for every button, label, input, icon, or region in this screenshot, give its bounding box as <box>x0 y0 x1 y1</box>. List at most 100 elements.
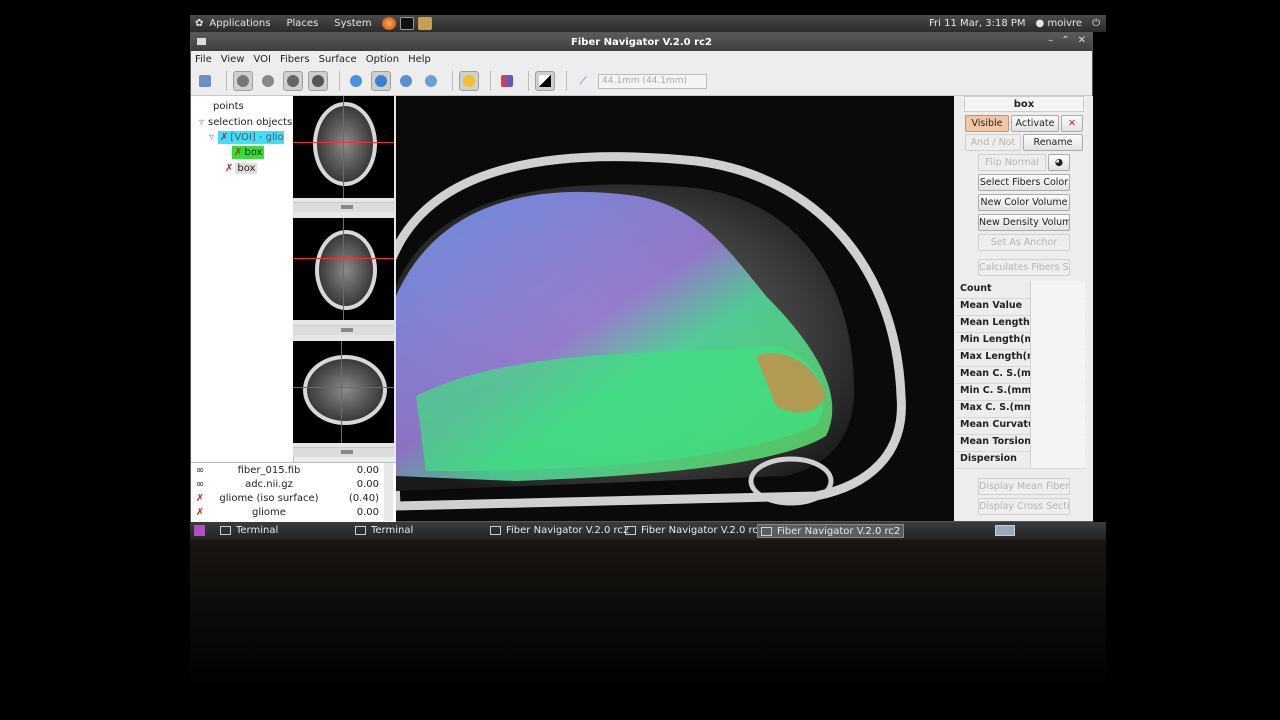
expand-arrow-icon[interactable]: ▿ <box>209 132 214 143</box>
menu-view[interactable]: View <box>221 54 245 65</box>
display-mean-fiber-button[interactable]: Display Mean Fiber <box>978 478 1070 495</box>
stats-row: Mean Torsion <box>956 434 1086 452</box>
slider-thumb[interactable] <box>341 205 353 209</box>
glasses-icon[interactable]: ∞ <box>195 464 205 478</box>
dataset-row[interactable]: ∞ fiber_015.fib 0.00 <box>191 464 381 478</box>
menu-system[interactable]: System <box>334 18 371 29</box>
toggle-axial-button[interactable] <box>233 71 253 91</box>
axial-slice-slider[interactable] <box>293 202 394 212</box>
menu-option[interactable]: Option <box>366 54 399 65</box>
tree-item-voi[interactable]: ▿ ✗[VOI] - gliom <box>209 131 285 144</box>
new-ellipsoid-button[interactable] <box>371 71 391 91</box>
close-icon[interactable]: ✕ <box>1078 35 1086 46</box>
task-fiber-navigator-1[interactable]: Fiber Navigator V.2.0 rc2 <box>490 524 629 538</box>
workspace-switcher[interactable] <box>995 525 1015 536</box>
toggle-coronal-button[interactable] <box>258 71 278 91</box>
toggle-lighting-button[interactable] <box>459 71 479 91</box>
show-boxes-button[interactable] <box>396 71 416 91</box>
activate-toggle-button[interactable]: Activate <box>1011 115 1059 132</box>
tree-item-points[interactable]: points <box>213 100 244 113</box>
clock[interactable]: Fri 11 Mar, 3:18 PM <box>929 18 1026 29</box>
task-terminal-2[interactable]: Terminal <box>355 524 413 538</box>
slider-thumb[interactable] <box>341 450 353 454</box>
menu-places-label: Places <box>286 18 319 29</box>
glasses-icon[interactable]: ∞ <box>195 478 205 492</box>
open-file-button[interactable] <box>195 71 215 91</box>
stat-label: Mean Curvatu <box>960 419 1030 430</box>
window-titlebar[interactable]: Fiber Navigator V.2.0 rc2 – ⌃ ✕ <box>191 33 1092 51</box>
show-desktop-icon[interactable] <box>194 525 205 536</box>
task-terminal-1[interactable]: Terminal <box>220 524 278 538</box>
menu-fibers[interactable]: Fibers <box>280 54 310 65</box>
coronal-slice-view[interactable] <box>293 218 394 320</box>
browser-launcher-icon[interactable] <box>381 17 396 30</box>
sagittal-slice-view[interactable] <box>293 341 394 443</box>
stat-value <box>1030 315 1085 332</box>
dataset-row[interactable]: ✗ gliome 0.00 <box>191 506 381 520</box>
power-icon[interactable]: ⏻ <box>1092 18 1100 29</box>
task-fiber-navigator-3[interactable]: Fiber Navigator V.2.0 rc2 <box>757 524 905 538</box>
hide-boxes-button[interactable] <box>421 71 441 91</box>
menu-applications[interactable]: Applications <box>209 18 270 29</box>
calculate-fibers-stats-button[interactable]: Calculates Fibers St <box>978 259 1070 276</box>
display-cross-section-button[interactable]: Display Cross Secti <box>978 498 1070 515</box>
dataset-threshold: 0.00 <box>356 507 379 518</box>
file-manager-launcher-icon[interactable] <box>417 17 432 30</box>
contrast-icon <box>539 75 551 87</box>
fiber-coloring-button[interactable] <box>497 71 517 91</box>
task-fiber-navigator-2[interactable]: Fiber Navigator V.2.0 rc2 <box>625 524 764 538</box>
terminal-icon <box>355 525 366 535</box>
tree-item-box-child[interactable]: ✗ box <box>232 146 265 159</box>
tree-item-box[interactable]: ✗ box <box>225 162 258 175</box>
toolbar-separator <box>528 71 529 91</box>
select-fibers-color-button[interactable]: Select Fibers Color <box>978 174 1070 191</box>
menubar: File View VOI Fibers Surface Option Help <box>191 51 1092 67</box>
set-as-anchor-button[interactable]: Set As Anchor <box>978 234 1070 251</box>
dataset-row[interactable]: ∞ adc.nii.gz 0.00 <box>191 478 381 492</box>
menu-help[interactable]: Help <box>408 54 431 65</box>
tree-item-selection-objects[interactable]: ▿ selection objects <box>199 116 292 129</box>
toggle-background-button[interactable] <box>535 71 555 91</box>
dataset-row[interactable]: ✗ gliome (iso surface) (0.40) <box>191 492 381 506</box>
window-menu-icon[interactable] <box>197 38 206 45</box>
new-box-button[interactable] <box>346 71 366 91</box>
x-icon[interactable]: ✗ <box>195 492 205 506</box>
and-not-button[interactable]: And / Not <box>965 134 1021 151</box>
menu-file[interactable]: File <box>195 54 212 65</box>
menu-surface[interactable]: Surface <box>319 54 357 65</box>
stats-row: Mean Value <box>956 298 1086 316</box>
user-menu[interactable]: ● moivre <box>1036 18 1083 29</box>
task-label: Fiber Navigator V.2.0 rc2 <box>777 526 901 537</box>
visible-toggle-button[interactable]: Visible <box>965 115 1009 132</box>
toggle-sagittal-button[interactable] <box>283 71 303 91</box>
axial-slice-view[interactable] <box>293 96 394 198</box>
menu-places[interactable]: Places <box>286 18 318 29</box>
terminal-launcher-icon[interactable] <box>399 17 414 30</box>
app-window-icon <box>761 526 772 536</box>
menu-voi[interactable]: VOI <box>253 54 271 65</box>
coronal-slice-slider[interactable] <box>293 325 394 335</box>
flip-normal-button[interactable]: Flip Normal <box>978 154 1046 171</box>
rename-button[interactable]: Rename <box>1023 134 1083 151</box>
gnome-foot-icon[interactable]: ✿ <box>195 18 203 29</box>
scene-tree[interactable]: points ▿ selection objects ▿ ✗ [VOI] - glio… <box>191 96 294 484</box>
slider-thumb[interactable] <box>341 328 353 332</box>
new-density-volume-button[interactable]: New Density Volum <box>978 214 1070 231</box>
ruler-button[interactable]: ⟋ <box>573 71 593 91</box>
main-3d-view[interactable] <box>396 96 954 521</box>
minimize-icon[interactable]: – <box>1048 35 1053 46</box>
dataset-list-scrollbar[interactable] <box>384 463 393 521</box>
sagittal-slice-slider[interactable] <box>293 447 394 457</box>
expand-arrow-icon[interactable]: ▿ <box>199 117 204 128</box>
brain-coronal-icon <box>262 75 274 87</box>
color-picker-button[interactable]: ◕ <box>1048 154 1070 171</box>
stat-value <box>1030 366 1085 383</box>
stat-label: Count <box>960 283 992 294</box>
menu-applications-label: Applications <box>209 18 271 29</box>
dataset-list[interactable]: ∞ fiber_015.fib 0.00 ∞ adc.nii.gz 0.00 ✗… <box>191 462 396 522</box>
maximize-icon[interactable]: ⌃ <box>1061 35 1069 46</box>
delete-box-button[interactable]: ✕ <box>1061 115 1083 132</box>
x-icon[interactable]: ✗ <box>195 506 205 520</box>
new-color-volume-button[interactable]: New Color Volume <box>978 194 1070 211</box>
toggle-alpha-button[interactable] <box>308 71 328 91</box>
